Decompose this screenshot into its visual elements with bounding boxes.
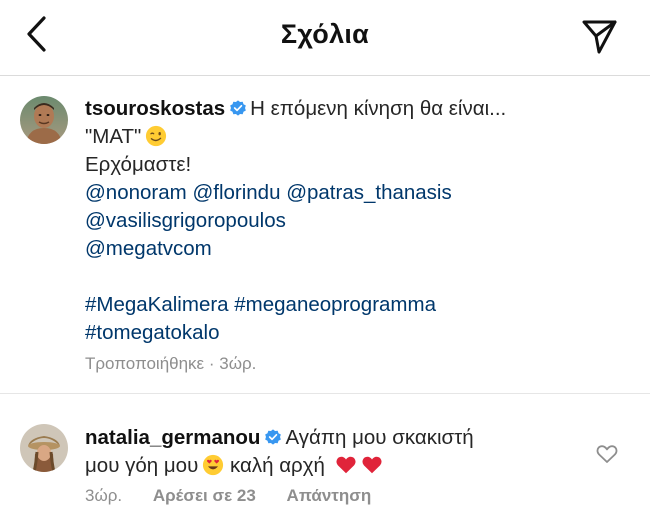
mention-link[interactable]: @florindu — [192, 181, 280, 204]
hashtag-link[interactable]: #MegaKalimera — [85, 293, 229, 316]
caption-text-line3: Ερχόμαστε! — [85, 153, 192, 176]
post-caption: tsouroskostas Η επόμενη κίνηση θα είναι..… — [85, 95, 630, 347]
heart-outline-icon — [596, 445, 618, 463]
comment-text-line1: Αγάπη μου σκακιστή — [285, 426, 474, 449]
share-button[interactable] — [580, 15, 620, 55]
header-divider — [0, 75, 650, 76]
caption-text-line1: Η επόμενη κίνηση θα είναι... — [250, 97, 507, 120]
mention-link[interactable]: @patras_thanasis — [286, 181, 452, 204]
reply-button[interactable]: Απάντηση — [287, 486, 372, 505]
header: Σχόλια — [0, 0, 650, 76]
winking-face-emoji — [146, 125, 167, 147]
comment-username[interactable]: natalia_germanou — [85, 426, 260, 449]
comment-divider — [0, 393, 650, 394]
profile-photo — [20, 96, 68, 144]
avatar[interactable] — [20, 96, 68, 144]
hashtag-link[interactable]: #tomegatokalo — [85, 321, 219, 344]
verified-badge-icon — [265, 429, 282, 445]
comment-likes-link[interactable]: Αρέσει σε 23 — [153, 486, 256, 505]
mention-link[interactable]: @megatvcom — [85, 237, 212, 260]
comment-time: 3ώρ. — [85, 486, 123, 505]
caption-username[interactable]: tsouroskostas — [85, 97, 225, 120]
mention-link[interactable]: @nonoram — [85, 181, 187, 204]
paper-plane-icon — [582, 20, 617, 54]
mention-link[interactable]: @vasilisgrigoropoulos — [85, 209, 286, 232]
avatar[interactable] — [20, 424, 68, 472]
comment-text-line2: μου γόη μου — [85, 454, 199, 477]
heart-eyes-emoji — [203, 454, 224, 476]
like-comment-button[interactable] — [595, 442, 619, 466]
profile-photo — [20, 424, 68, 472]
comment-body: natalia_germanou Αγάπη μου σκακιστή μου γ… — [85, 424, 555, 480]
comment-meta: 3ώρ. Αρέσει σε 23 Απάντηση — [85, 486, 371, 506]
caption-text-line2: "ΜΑΤ" — [85, 125, 142, 148]
caption-meta: Τροποποιήθηκε · 3ώρ. — [85, 354, 257, 373]
page-title: Σχόλια — [280, 19, 370, 49]
hashtag-link[interactable]: #meganeoprogramma — [234, 293, 436, 316]
verified-badge-icon — [230, 100, 246, 116]
red-heart-emoji — [362, 456, 382, 474]
red-heart-emoji — [336, 456, 356, 474]
comment-text-line2-after: καλή αρχή — [230, 454, 325, 477]
